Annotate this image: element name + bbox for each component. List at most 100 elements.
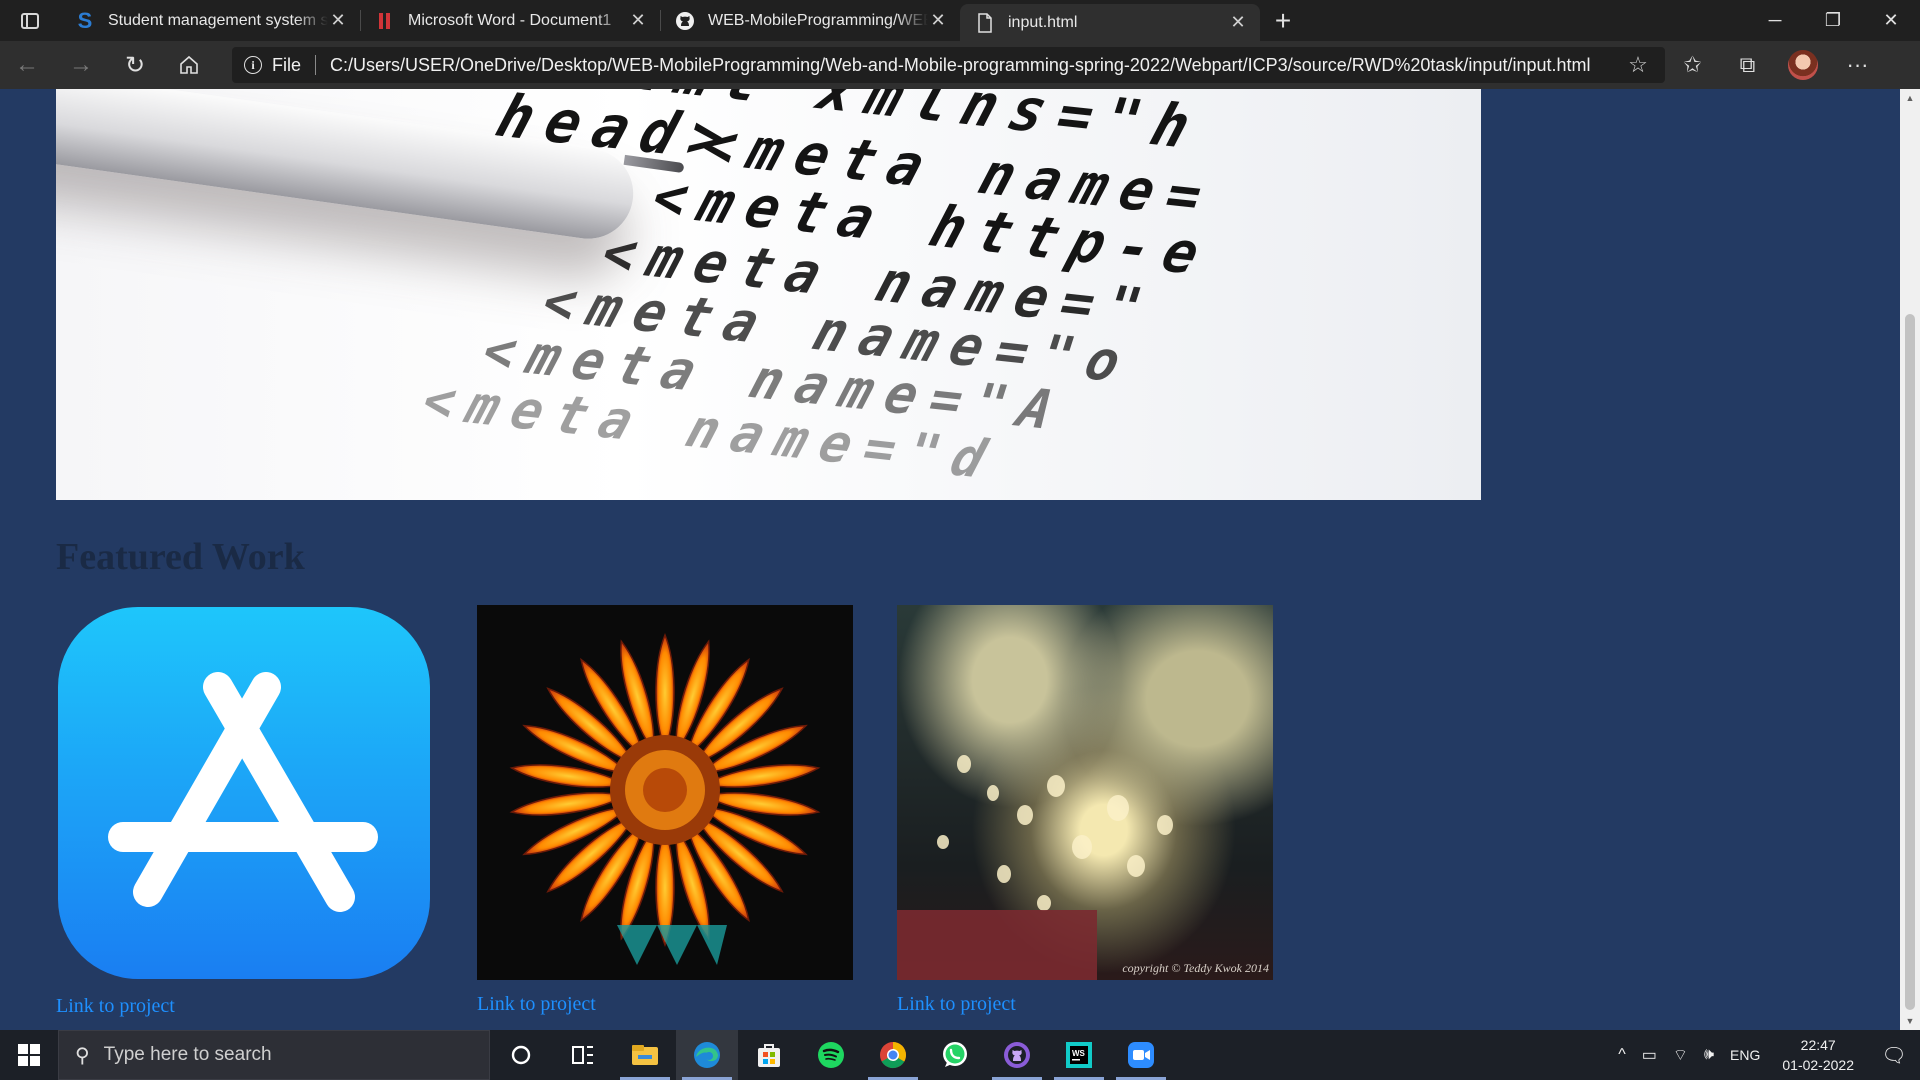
section-title: Featured Work [56,536,305,578]
bokeh-dot [987,785,999,801]
hero-image: <html xmlns="h head> <meta name= <meta h… [56,89,1481,500]
bokeh-dot [957,755,971,773]
zoom-icon [1128,1042,1154,1068]
file-explorer-icon [632,1045,658,1065]
collections-button[interactable]: ⧉ [1720,52,1775,78]
project-card: Link to project [477,605,853,1016]
url-text[interactable]: C:/Users/USER/OneDrive/Desktop/WEB-Mobil… [330,55,1623,76]
collections-icon: ⧉ [1739,52,1756,77]
spotify-button[interactable] [800,1030,862,1080]
close-window-button[interactable]: ✕ [1862,0,1920,41]
close-icon[interactable]: ✕ [1228,12,1248,33]
new-tab-button[interactable]: + [1260,0,1306,41]
project-card: Link to project [56,605,432,1018]
store-button[interactable] [738,1030,800,1080]
bokeh-dot [937,835,949,849]
webstorm-icon: WS [1066,1042,1092,1068]
home-button[interactable] [162,41,216,89]
project-image: copyright © Teddy Kwok 2014 [897,605,1273,980]
github-icon [674,10,696,32]
address-bar[interactable]: i File C:/Users/USER/OneDrive/Desktop/WE… [232,47,1665,83]
edge-icon [694,1042,720,1068]
close-icon[interactable]: ✕ [928,10,948,31]
close-icon[interactable]: ✕ [328,10,348,31]
chrome-icon [880,1042,907,1069]
vertical-scrollbar[interactable]: ▲ ▼ [1900,89,1920,1030]
project-link[interactable]: Link to project [477,993,853,1016]
language-indicator[interactable]: ENG [1722,1047,1768,1063]
tab-word-document[interactable]: Microsoft Word - Document1 ✕ [360,0,660,41]
restore-button[interactable]: ❐ [1804,0,1862,41]
github-desktop-button[interactable] [986,1030,1048,1080]
battery-icon[interactable]: ▭ [1634,1045,1665,1065]
red-overlay [897,910,1097,980]
task-view-icon [572,1046,593,1064]
bokeh-dot [1107,795,1129,821]
bokeh-dot [1047,775,1065,797]
cortana-button[interactable] [490,1030,552,1080]
wifi-icon[interactable]: ⌔ [1665,1045,1696,1065]
refresh-icon: ↻ [124,51,146,79]
tab-label: Student management system srs [108,11,328,29]
cortana-icon [511,1045,531,1065]
minimize-button[interactable]: ─ [1746,0,1804,41]
svg-text:WS: WS [1072,1049,1086,1058]
favorites-button[interactable]: ✩ [1665,52,1720,78]
whatsapp-icon [943,1042,967,1067]
scheme-label: File [272,54,302,75]
volume-icon[interactable]: 🕪 [1696,1046,1722,1064]
tab-input-html[interactable]: input.html ✕ [960,4,1260,41]
word-bars-icon [374,10,396,32]
project-image [56,607,432,982]
bokeh-dot [1037,895,1051,911]
window-controls: ─ ❐ ✕ [1746,0,1920,41]
page-viewport: <html xmlns="h head> <meta name= <meta h… [0,89,1900,1030]
task-view-button[interactable] [552,1030,614,1080]
tab-actions-button[interactable] [0,0,60,41]
tab-label: Microsoft Word - Document1 [408,11,612,29]
more-icon: ··· [1846,52,1869,77]
file-icon [974,12,996,34]
webstorm-button[interactable]: WS [1048,1030,1110,1080]
add-favorite-icon[interactable]: ☆ [1623,52,1653,78]
bokeh-dot [1017,805,1033,825]
clock[interactable]: 22:47 01-02-2022 [1768,1035,1868,1075]
project-link[interactable]: Link to project [56,995,432,1018]
start-button[interactable] [0,1030,58,1080]
edge-button[interactable] [676,1030,738,1080]
clock-time: 22:47 [1800,1037,1836,1053]
chrome-button[interactable] [862,1030,924,1080]
s-letter-icon: S [77,7,93,33]
bokeh-dot [1072,835,1092,859]
tab-label: input.html [1008,13,1078,31]
windows-taskbar: ⚲ Type here to search WS ^ ▭ ⌔ 🕪 ENG 22:… [0,1030,1920,1080]
project-card: copyright © Teddy Kwok 2014 Link to proj… [897,605,1273,1016]
settings-more-button[interactable]: ··· [1830,52,1885,78]
bokeh-dot [1127,855,1145,877]
taskbar-search[interactable]: ⚲ Type here to search [58,1030,490,1080]
project-image [477,605,853,980]
scroll-down-arrow-icon[interactable]: ▼ [1900,1012,1920,1030]
chevron-up-icon[interactable]: ^ [1610,1046,1634,1064]
close-icon[interactable]: ✕ [628,10,648,31]
refresh-button[interactable]: ↻ [108,41,162,89]
file-explorer-button[interactable] [614,1030,676,1080]
zoom-button[interactable] [1110,1030,1172,1080]
forward-button[interactable]: → [54,41,108,89]
tab-github-repo[interactable]: WEB-MobileProgramming/WEB- ✕ [660,0,960,41]
clock-date: 01-02-2022 [1782,1057,1854,1073]
scroll-thumb[interactable] [1905,314,1915,1010]
arrow-left-icon: ← [15,51,39,78]
home-icon [180,55,198,74]
profile-button[interactable] [1775,50,1830,80]
tab-student-management[interactable]: S Student management system srs ✕ [60,0,360,41]
restore-icon: ❐ [1824,10,1842,30]
browser-toolbar: ← → ↻ i File C:/Users/USER/OneDrive/Desk… [0,41,1920,89]
project-link[interactable]: Link to project [897,993,1273,1016]
notifications-button[interactable]: 🗨 [1868,1043,1920,1068]
scroll-up-arrow-icon[interactable]: ▲ [1900,89,1920,107]
back-button[interactable]: ← [0,41,54,89]
info-icon[interactable]: i [244,56,262,74]
whatsapp-button[interactable] [924,1030,986,1080]
favorites-icon: ✩ [1683,52,1702,77]
